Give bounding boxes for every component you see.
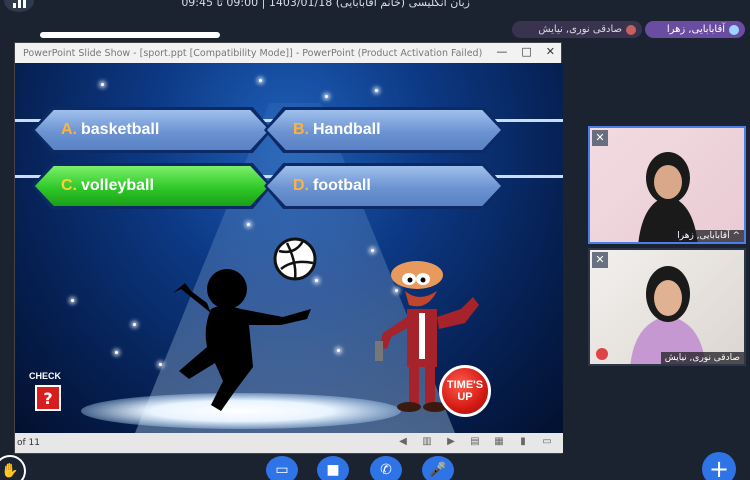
answer-d[interactable]: D. football	[267, 166, 501, 206]
camera-button[interactable]: ■	[317, 456, 349, 480]
ppt-status-bar: of 11 ◀ ▥ ▶ ▤ ▦ ▮ ▭	[15, 433, 563, 453]
user-icon	[729, 24, 739, 35]
answer-letter: B.	[293, 121, 309, 138]
powerpoint-window: PowerPoint Slide Show - [sport.ppt [Comp…	[14, 42, 563, 454]
microphone-button[interactable]: 🎤	[422, 456, 454, 480]
answer-c[interactable]: C. volleyball	[35, 166, 269, 206]
sparkle	[325, 95, 328, 98]
participant-video	[630, 266, 706, 364]
close-button[interactable]: ✕	[546, 45, 555, 58]
times-up-line1: TIME'S	[446, 379, 484, 391]
sparkle	[337, 349, 340, 352]
tile-name: صادقی نوری, نیایش	[660, 352, 744, 364]
add-button[interactable]: +	[702, 452, 736, 480]
slideshow-view-icon[interactable]: ▭	[541, 436, 553, 448]
answer-letter: C.	[61, 177, 77, 194]
sparkle	[159, 363, 162, 366]
participant-chip-host[interactable]: آقابابایی, زهرا	[645, 21, 745, 38]
close-icon[interactable]: ✕	[592, 252, 608, 268]
participant-chip-student[interactable]: صادقی نوری, نیایش	[512, 21, 642, 38]
reading-view-icon[interactable]: ▮	[517, 436, 529, 448]
sparkle	[375, 89, 378, 92]
tile-name: ^ آقابابایی, زهرا	[673, 230, 744, 242]
times-up-line2: UP	[457, 391, 473, 403]
raise-hand-button[interactable]: ✋	[0, 455, 26, 480]
video-tile-host[interactable]: ✕ ^ آقابابایی, زهرا	[588, 126, 746, 244]
sparkle	[115, 351, 118, 354]
phone-button[interactable]: ✆	[370, 456, 402, 480]
check-button[interactable]: ?	[35, 385, 61, 411]
check-label: CHECK	[29, 371, 62, 381]
answer-letter: D.	[293, 177, 309, 194]
video-tile-student[interactable]: ✕ صادقی نوری, نیایش	[588, 248, 746, 366]
session-title: زبان انگلیسی (خانم آقابابایی) 1403/01/18…	[181, 0, 470, 9]
answer-text: volleyball	[81, 177, 154, 194]
close-icon[interactable]: ✕	[592, 130, 608, 146]
notes-icon[interactable]: ▥	[421, 436, 433, 448]
slide-sorter-icon[interactable]: ▦	[493, 436, 505, 448]
next-slide-icon[interactable]: ▶	[445, 436, 457, 448]
mic-off-icon	[626, 24, 636, 35]
times-up-button[interactable]: TIME'S UP	[439, 365, 491, 417]
normal-view-icon[interactable]: ▤	[469, 436, 481, 448]
sparkle	[371, 249, 374, 252]
player-silhouette	[173, 269, 311, 411]
slide-canvas[interactable]: A. basketball B. Handball C. volleyball …	[15, 63, 563, 435]
sparkle	[133, 323, 136, 326]
sparkle	[247, 223, 250, 226]
answer-b[interactable]: B. Handball	[267, 110, 501, 150]
answer-text: basketball	[81, 121, 160, 138]
answer-letter: A.	[61, 121, 77, 138]
slide-counter: of 11	[17, 438, 40, 448]
answer-text: Handball	[313, 121, 381, 138]
answer-a[interactable]: A. basketball	[35, 110, 269, 150]
answer-text: football	[313, 177, 371, 194]
maximize-button[interactable]: □	[521, 45, 531, 58]
sparkle	[101, 83, 104, 86]
window-title: PowerPoint Slide Show - [sport.ppt [Comp…	[23, 47, 483, 59]
previous-slide-icon[interactable]: ◀	[397, 436, 409, 448]
participant-name: صادقی نوری, نیایش	[538, 24, 622, 35]
sparkle	[71, 299, 74, 302]
notification-bar	[40, 32, 220, 38]
mic-off-icon	[596, 348, 608, 360]
ppt-titlebar: PowerPoint Slide Show - [sport.ppt [Comp…	[15, 43, 561, 63]
minimize-button[interactable]: —	[496, 45, 507, 58]
participant-video	[638, 152, 698, 242]
share-screen-button[interactable]: ▭	[266, 456, 298, 480]
participant-name: آقابابایی, زهرا	[666, 24, 725, 35]
sparkle	[259, 79, 262, 82]
